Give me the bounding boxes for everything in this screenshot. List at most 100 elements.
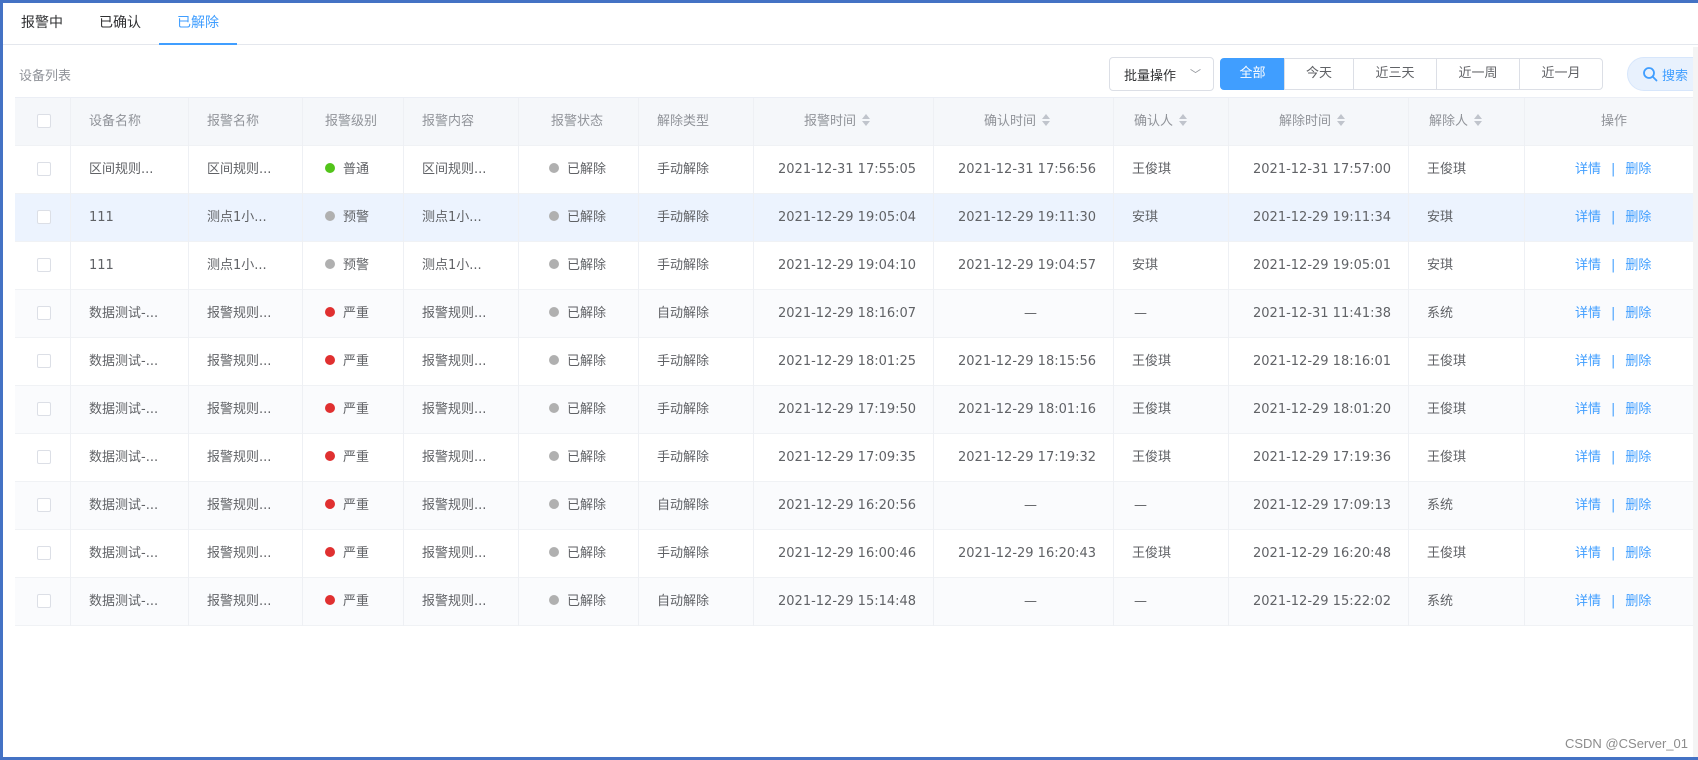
level-dot-icon [325, 499, 335, 509]
alarm-content-cell: 测点1小... [404, 193, 519, 242]
header-releaser[interactable]: 解除人 [1409, 97, 1525, 146]
alarm-time-cell: 2021-12-29 15:14:48 [754, 577, 934, 626]
delete-link[interactable]: 删除 [1625, 450, 1651, 465]
tab-alarming[interactable]: 报警中 [3, 3, 81, 45]
release-type-cell: 自动解除 [639, 289, 754, 338]
status-dot-icon [549, 403, 559, 413]
range-month-button[interactable]: 近一月 [1519, 58, 1603, 90]
tab-confirmed[interactable]: 已确认 [81, 3, 159, 45]
detail-link[interactable]: 详情 [1575, 258, 1601, 273]
detail-link[interactable]: 详情 [1575, 450, 1601, 465]
range-today-button[interactable]: 今天 [1284, 58, 1354, 90]
select-all-checkbox[interactable] [37, 114, 51, 128]
header-confirmer[interactable]: 确认人 [1114, 97, 1229, 146]
header-confirm-time[interactable]: 确认时间 [934, 97, 1114, 146]
release-time-cell: 2021-12-29 18:16:01 [1229, 337, 1409, 386]
row-checkbox[interactable] [37, 258, 51, 272]
header-releaser-label: 解除人 [1429, 113, 1469, 129]
table-row[interactable]: 数据测试-... 报警规则... 严重 报警规则... 已解除 自动解除 2021-12-2… [15, 577, 1698, 626]
delete-link[interactable]: 删除 [1625, 498, 1651, 513]
range-3days-button[interactable]: 近三天 [1353, 58, 1437, 90]
device-name-cell: 数据测试-... [71, 289, 189, 338]
row-checkbox[interactable] [37, 498, 51, 512]
alarm-name-cell: 报警规则... [189, 529, 303, 578]
detail-link[interactable]: 详情 [1575, 162, 1601, 177]
detail-link[interactable]: 详情 [1575, 306, 1601, 321]
actions-cell: 详情 | 删除 [1525, 386, 1695, 434]
table-row[interactable]: 数据测试-... 报警规则... 严重 报警规则... 已解除 手动解除 2021-12-2… [15, 385, 1698, 434]
confirmer-cell: 王俊琪 [1114, 529, 1229, 578]
actions-cell: 详情 | 删除 [1525, 578, 1695, 626]
row-checkbox[interactable] [37, 594, 51, 608]
table-row[interactable]: 数据测试-... 报警规则... 严重 报警规则... 已解除 自动解除 2021-12-2… [15, 481, 1698, 530]
alarm-status-cell: 已解除 [519, 193, 639, 242]
delete-link[interactable]: 删除 [1625, 258, 1651, 273]
row-checkbox[interactable] [37, 306, 51, 320]
delete-link[interactable]: 删除 [1625, 594, 1651, 609]
detail-link[interactable]: 详情 [1575, 594, 1601, 609]
header-release-time[interactable]: 解除时间 [1229, 97, 1409, 146]
status-dot-icon [549, 307, 559, 317]
range-all-button[interactable]: 全部 [1220, 58, 1285, 90]
table-row[interactable]: 区间规则... 区间规则... 普通 区间规则... 已解除 手动解除 2021-12-31… [15, 145, 1698, 194]
search-button[interactable]: 搜索 [1627, 57, 1698, 91]
level-dot-icon [325, 355, 335, 365]
header-alarm-time[interactable]: 报警时间 [754, 97, 934, 146]
detail-link[interactable]: 详情 [1575, 402, 1601, 417]
time-range-filter: 全部 今天 近三天 近一周 近一月 [1220, 58, 1603, 90]
table-row[interactable]: 数据测试-... 报警规则... 严重 报警规则... 已解除 手动解除 2021-12-2… [15, 529, 1698, 578]
sort-icon[interactable] [862, 114, 871, 126]
delete-link[interactable]: 删除 [1625, 402, 1651, 417]
row-checkbox[interactable] [37, 546, 51, 560]
action-divider: | [1611, 257, 1616, 273]
batch-operation-dropdown[interactable]: 批量操作 ﹀ [1109, 57, 1214, 91]
device-name-cell: 数据测试-... [71, 577, 189, 626]
release-time-cell: 2021-12-29 17:09:13 [1229, 481, 1409, 530]
table-row[interactable]: 数据测试-... 报警规则... 严重 报警规则... 已解除 自动解除 2021-12-2… [15, 289, 1698, 338]
table-row[interactable]: 数据测试-... 报警规则... 严重 报警规则... 已解除 手动解除 2021-12-2… [15, 433, 1698, 482]
releaser-cell: 安琪 [1409, 193, 1525, 242]
device-name-cell: 数据测试-... [71, 385, 189, 434]
alarm-time-cell: 2021-12-29 18:01:25 [754, 337, 934, 386]
row-checkbox[interactable] [37, 162, 51, 176]
confirmer-cell: — [1114, 481, 1229, 530]
table-row[interactable]: 111 测点1小... 预警 测点1小... 已解除 手动解除 2021-12-29 19:… [15, 193, 1698, 242]
detail-link[interactable]: 详情 [1575, 354, 1601, 369]
delete-link[interactable]: 删除 [1625, 354, 1651, 369]
delete-link[interactable]: 删除 [1625, 306, 1651, 321]
detail-link[interactable]: 详情 [1575, 498, 1601, 513]
sort-icon[interactable] [1337, 114, 1346, 126]
releaser-cell: 系统 [1409, 289, 1525, 338]
tab-released[interactable]: 已解除 [159, 3, 237, 45]
alarm-name-cell: 区间规则... [189, 145, 303, 194]
alarm-content-cell: 报警规则... [404, 337, 519, 386]
row-select-cell [15, 145, 71, 194]
header-alarm-time-label: 报警时间 [804, 113, 857, 129]
detail-link[interactable]: 详情 [1575, 210, 1601, 225]
row-checkbox[interactable] [37, 402, 51, 416]
status-dot-icon [549, 163, 559, 173]
sort-icon[interactable] [1042, 114, 1051, 126]
alarm-table: 设备名称 报警名称 报警级别 报警内容 报警状态 解除类型 报警时间 确认时间 … [15, 97, 1698, 626]
alarm-level-text: 预警 [343, 209, 370, 225]
actions-cell: 详情 | 删除 [1525, 530, 1695, 578]
sort-icon[interactable] [1474, 114, 1483, 126]
release-time-cell: 2021-12-29 15:22:02 [1229, 577, 1409, 626]
vertical-scrollbar[interactable] [1693, 47, 1698, 757]
delete-link[interactable]: 删除 [1625, 162, 1651, 177]
confirmer-cell: 安琪 [1114, 193, 1229, 242]
delete-link[interactable]: 删除 [1625, 210, 1651, 225]
alarm-level-text: 严重 [343, 401, 370, 417]
table-row[interactable]: 111 测点1小... 预警 测点1小... 已解除 手动解除 2021-12-29 19:… [15, 241, 1698, 290]
device-name-cell: 111 [71, 241, 189, 290]
table-row[interactable]: 数据测试-... 报警规则... 严重 报警规则... 已解除 手动解除 2021-12-2… [15, 337, 1698, 386]
detail-link[interactable]: 详情 [1575, 546, 1601, 561]
row-checkbox[interactable] [37, 354, 51, 368]
sort-icon[interactable] [1179, 114, 1188, 126]
row-checkbox[interactable] [37, 210, 51, 224]
row-checkbox[interactable] [37, 450, 51, 464]
actions-cell: 详情 | 删除 [1525, 242, 1695, 290]
range-week-button[interactable]: 近一周 [1436, 58, 1520, 90]
row-select-cell [15, 289, 71, 338]
delete-link[interactable]: 删除 [1625, 546, 1651, 561]
